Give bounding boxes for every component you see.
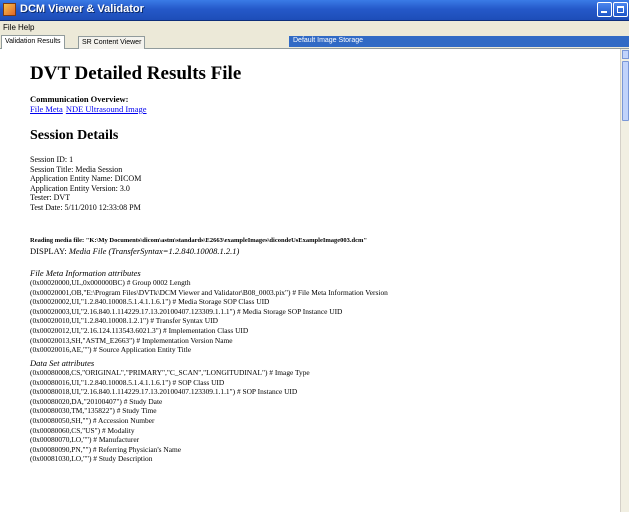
app-icon bbox=[3, 3, 16, 16]
window-title: DCM Viewer & Validator bbox=[20, 3, 144, 15]
link-nde-ultrasound-image[interactable]: NDE Ultrasound Image bbox=[66, 104, 147, 114]
vertical-scrollbar[interactable] bbox=[620, 49, 629, 512]
list-item: (0x00080016,UI,"1.2.840.10008.5.1.4.1.1.… bbox=[30, 377, 225, 387]
menu-bar: File Help bbox=[0, 21, 629, 35]
display-prefix: DISPLAY: bbox=[30, 246, 67, 256]
ae-name: Application Entity Name: DICOM bbox=[30, 174, 142, 184]
tester: Tester: DVT bbox=[30, 193, 71, 203]
communication-overview-label: Communication Overview: bbox=[30, 94, 129, 104]
list-item: (0x00020013,SH,"ASTM_E2663") # Implement… bbox=[30, 335, 233, 345]
session-id: Session ID: 1 bbox=[30, 155, 74, 164]
test-date: Test Date: 5/11/2010 12:33:08 PM bbox=[30, 202, 141, 212]
storage-class-field[interactable]: Default Image Storage bbox=[289, 36, 629, 47]
maximize-icon[interactable] bbox=[613, 2, 628, 17]
display-line: DISPLAY: Media File (TransferSyntax=1.2.… bbox=[30, 246, 239, 256]
scroll-up-icon[interactable] bbox=[622, 50, 629, 59]
menu-help[interactable]: Help bbox=[18, 23, 34, 32]
list-item: (0x00080030,TM,"135822") # Study Time bbox=[30, 406, 157, 416]
list-item: (0x00020012,UI,"2.16.124.113543.6021.3")… bbox=[30, 325, 249, 335]
link-file-meta[interactable]: File Meta bbox=[30, 104, 63, 114]
dataset-list: (0x00080008,CS,"ORIGINAL","PRIMARY","C_S… bbox=[30, 368, 310, 464]
dataset-heading: Data Set attributes bbox=[30, 358, 95, 368]
list-item: (0x00080008,CS,"ORIGINAL","PRIMARY","C_S… bbox=[30, 368, 310, 377]
session-details: Session ID: 1 Session Title: Media Sessi… bbox=[30, 155, 141, 213]
list-item: (0x00080018,UI,"2.16.840.1.114229.17.13.… bbox=[30, 387, 298, 397]
results-document: DVT Detailed Results File Communication … bbox=[0, 49, 620, 512]
list-item: (0x00080020,DA,"20100407") # Study Date bbox=[30, 396, 163, 406]
list-item: (0x00020002,UI,"1.2.840.10008.5.1.4.1.1.… bbox=[30, 297, 270, 307]
list-item: (0x00020001,OB,"E:\Program Files\DVTk\DC… bbox=[30, 287, 388, 297]
list-item: (0x00080090,PN,"") # Referring Physician… bbox=[30, 444, 182, 454]
display-value: Media File (TransferSyntax=1.2.840.10008… bbox=[68, 246, 240, 256]
file-meta-heading: File Meta Information attributes bbox=[30, 268, 141, 278]
file-meta-list: (0x00020000,UL,0x000000BC) # Group 0002 … bbox=[30, 278, 388, 355]
title-bar[interactable]: DCM Viewer & Validator bbox=[0, 0, 629, 21]
minimize-icon[interactable] bbox=[597, 2, 612, 17]
ae-version: Application Entity Version: 3.0 bbox=[30, 183, 130, 193]
list-item: (0x00081030,LO,"") # Study Description bbox=[30, 454, 153, 464]
session-heading: Session Details bbox=[30, 128, 119, 143]
list-item: (0x00080060,CS,"US") # Modality bbox=[30, 425, 135, 435]
session-title: Session Title: Media Session bbox=[30, 164, 123, 174]
list-item: (0x00020003,UI,"2.16.840.1.114229.17.13.… bbox=[30, 306, 343, 316]
tab-validation-results[interactable]: Validation Results bbox=[1, 35, 65, 49]
tab-sr-content-viewer[interactable]: SR Content Viewer bbox=[78, 36, 146, 49]
list-item: (0x00080070,LO,"") # Manufacturer bbox=[30, 435, 140, 445]
app-window: DCM Viewer & Validator File Help Validat… bbox=[0, 0, 629, 512]
tab-bar: Validation Results SR Content Viewer Def… bbox=[0, 35, 629, 49]
scroll-thumb[interactable] bbox=[622, 61, 629, 121]
list-item: (0x00080050,SH,"") # Accession Number bbox=[30, 415, 155, 425]
reading-media-file: Reading media file: "K:\My Documents\dic… bbox=[30, 237, 368, 244]
communication-links: File Meta NDE Ultrasound Image bbox=[30, 104, 150, 114]
list-item: (0x00020016,AE,"") # Source Application … bbox=[30, 345, 192, 355]
page-title: DVT Detailed Results File bbox=[30, 63, 242, 84]
list-item: (0x00020010,UI,"1.2.840.10008.1.2.1") # … bbox=[30, 316, 218, 326]
list-item: (0x00020000,UL,0x000000BC) # Group 0002 … bbox=[30, 278, 191, 287]
menu-file[interactable]: File bbox=[3, 23, 16, 32]
